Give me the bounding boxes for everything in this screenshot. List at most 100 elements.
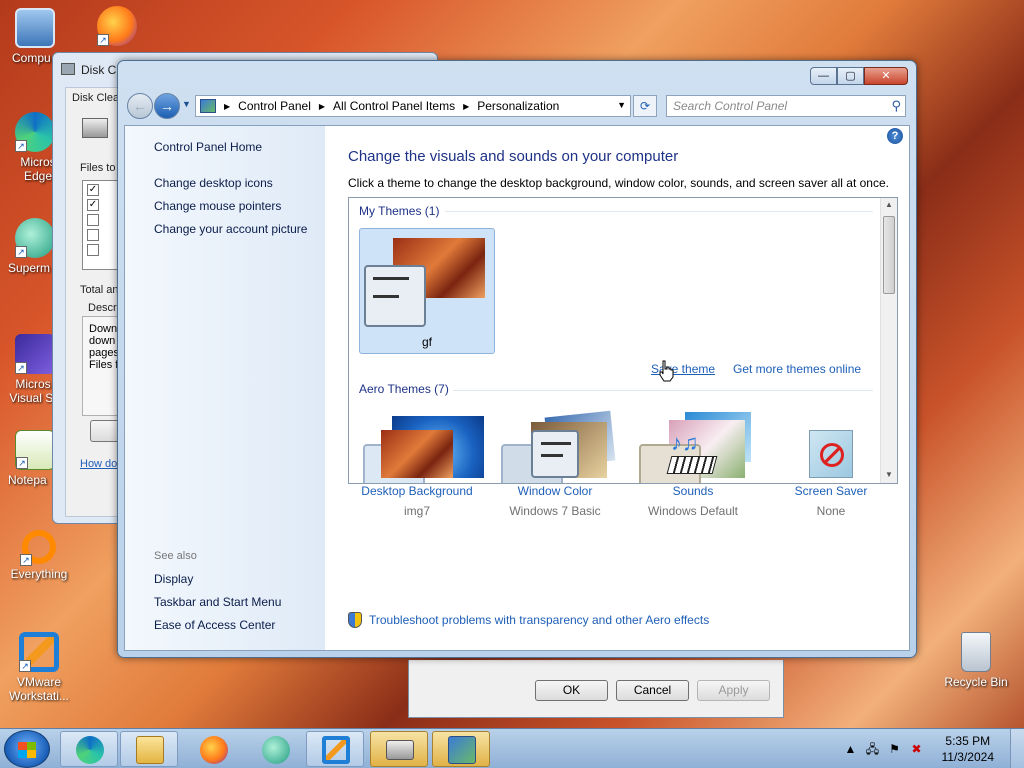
desktop-background-label[interactable]: Desktop Background: [352, 484, 482, 498]
taskbar-disk-cleanup[interactable]: [370, 731, 428, 767]
hand-cursor-icon: [659, 360, 674, 382]
file-checkbox[interactable]: [87, 229, 99, 241]
breadcrumb-all-items[interactable]: All Control Panel Items: [333, 99, 455, 113]
show-desktop-button[interactable]: [1010, 729, 1024, 768]
firefox-icon: [200, 736, 228, 764]
breadcrumb-control-panel[interactable]: Control Panel: [238, 99, 311, 113]
network-icon[interactable]: 🖧: [866, 742, 880, 756]
disk-cleanup-tab[interactable]: Disk Clea: [72, 92, 119, 104]
refresh-button[interactable]: ⟳: [633, 95, 657, 117]
system-tray: ▲ 🖧 ⚑ ✖ 5:35 PM 11/3/2024: [844, 733, 995, 765]
file-checkbox[interactable]: [87, 244, 99, 256]
help-icon[interactable]: ?: [887, 128, 903, 144]
clock-time: 5:35 PM: [945, 734, 991, 748]
breadcrumb-personalization[interactable]: Personalization: [477, 99, 559, 113]
back-button[interactable]: ←: [127, 93, 153, 119]
address-dropdown-icon[interactable]: ▼: [617, 100, 626, 110]
file-checkbox[interactable]: [87, 214, 99, 226]
screen-saver-icon: [809, 430, 853, 478]
sounds-setting[interactable]: ♪♫ Sounds Windows Default: [628, 430, 758, 518]
address-bar[interactable]: ▶ Control Panel ▶ All Control Panel Item…: [195, 95, 631, 117]
forward-button[interactable]: →: [154, 93, 180, 119]
desktop-icon-recycle-bin[interactable]: Recycle Bin: [938, 632, 1014, 689]
see-also-heading: See also: [154, 550, 197, 562]
screen-saver-label[interactable]: Screen Saver: [766, 484, 896, 498]
taskbar-firefox[interactable]: [184, 731, 242, 767]
ok-button[interactable]: OK: [535, 680, 608, 701]
desktop-background-value: img7: [403, 504, 430, 518]
desktop-icon-label: Recycle Bin: [944, 675, 1008, 689]
cancel-button[interactable]: Cancel: [616, 680, 689, 701]
folder-icon: [136, 736, 164, 764]
shortcut-arrow-icon: ↗: [19, 660, 31, 672]
windows-logo-icon: [18, 750, 36, 758]
window-color-label[interactable]: Window Color: [490, 484, 620, 498]
taskbar-control-panel[interactable]: [432, 731, 490, 767]
volume-muted-icon[interactable]: ✖: [910, 742, 924, 756]
desktop-icon-vmware[interactable]: ↗ VMware Workstati...: [4, 632, 74, 703]
caption-buttons: — ▢ ✕: [810, 67, 908, 85]
group-divider: [445, 211, 873, 212]
desktop-background-setting[interactable]: Desktop Background img7: [352, 430, 482, 518]
taskbar-file-explorer[interactable]: [120, 731, 178, 767]
shortcut-arrow-icon: ↗: [97, 34, 109, 46]
taskbar-edge[interactable]: [60, 731, 118, 767]
recycle-bin-icon: [961, 632, 991, 672]
files-to-delete-label: Files to: [80, 162, 116, 174]
start-button[interactable]: [4, 730, 50, 768]
ease-of-access-link[interactable]: Ease of Access Center: [154, 618, 275, 632]
control-panel-home-link[interactable]: Control Panel Home: [154, 140, 262, 154]
show-hidden-icons-icon[interactable]: ▲: [844, 742, 858, 756]
theme-gf[interactable]: gf: [359, 228, 495, 354]
how-does-disk-cleanup-link[interactable]: How do: [80, 458, 117, 470]
superm-icon: [262, 736, 290, 764]
sounds-icon: ♪♫: [657, 430, 729, 478]
desktop-icon-everything[interactable]: ↗ Everything: [4, 530, 74, 581]
desktop-icon-firefox[interactable]: ↗: [82, 6, 152, 49]
clock-date: 11/3/2024: [941, 750, 995, 764]
change-account-picture-link[interactable]: Change your account picture: [154, 222, 307, 236]
troubleshoot-aero-link[interactable]: Troubleshoot problems with transparency …: [348, 612, 709, 628]
shortcut-arrow-icon: ↗: [20, 554, 32, 566]
shield-icon: [348, 612, 362, 628]
screen-saver-value: None: [816, 504, 846, 518]
desktop-icon-label: Everything: [10, 567, 68, 581]
window-color-icon: [531, 430, 579, 478]
settings-dialog[interactable]: OK Cancel Apply: [408, 660, 784, 718]
superm-icon: ↗: [15, 218, 55, 258]
search-input[interactable]: Search Control Panel ⚲: [666, 95, 906, 117]
action-center-flag-icon[interactable]: ⚑: [888, 742, 902, 756]
disk-cleanup-icon: [61, 63, 75, 75]
taskbar-vmware[interactable]: [306, 731, 364, 767]
sounds-value: Windows Default: [647, 504, 739, 518]
breadcrumb-separator-icon[interactable]: ▶: [463, 102, 469, 111]
taskbar-superm[interactable]: [246, 731, 304, 767]
clock[interactable]: 5:35 PM 11/3/2024: [942, 733, 995, 765]
recent-pages-dropdown[interactable]: ▼: [182, 99, 191, 109]
shortcut-arrow-icon: ↗: [15, 140, 27, 152]
edge-icon: ↗: [15, 112, 55, 152]
file-checkbox[interactable]: ✓: [87, 199, 99, 211]
taskbar-start-menu-link[interactable]: Taskbar and Start Menu: [154, 595, 281, 609]
maximize-button[interactable]: ▢: [837, 67, 864, 85]
display-link[interactable]: Display: [154, 572, 193, 586]
breadcrumb-separator-icon[interactable]: ▶: [319, 102, 325, 111]
close-button[interactable]: ✕: [864, 67, 908, 85]
breadcrumb-separator-icon[interactable]: ▶: [224, 102, 230, 111]
personalization-window[interactable]: — ▢ ✕ ← → ▼ ▶ Control Panel ▶ All Contro…: [117, 60, 917, 658]
minimize-button[interactable]: —: [810, 67, 837, 85]
scrollbar-thumb[interactable]: [883, 216, 895, 294]
notepad-icon: ↗: [15, 430, 55, 470]
get-more-themes-link[interactable]: Get more themes online: [733, 362, 861, 376]
window-color-setting[interactable]: Window Color Windows 7 Basic: [490, 430, 620, 518]
change-desktop-icons-link[interactable]: Change desktop icons: [154, 176, 273, 190]
sounds-label[interactable]: Sounds: [628, 484, 758, 498]
aero-themes-header: Aero Themes (7): [359, 382, 449, 396]
scroll-up-icon[interactable]: ▲: [885, 200, 893, 209]
file-checkbox[interactable]: ✓: [87, 184, 99, 196]
search-icon[interactable]: ⚲: [891, 96, 901, 116]
troubleshoot-aero-text[interactable]: Troubleshoot problems with transparency …: [369, 613, 709, 627]
change-mouse-pointers-link[interactable]: Change mouse pointers: [154, 199, 281, 213]
screen-saver-setting[interactable]: Screen Saver None: [766, 430, 896, 518]
apply-button[interactable]: Apply: [697, 680, 770, 701]
